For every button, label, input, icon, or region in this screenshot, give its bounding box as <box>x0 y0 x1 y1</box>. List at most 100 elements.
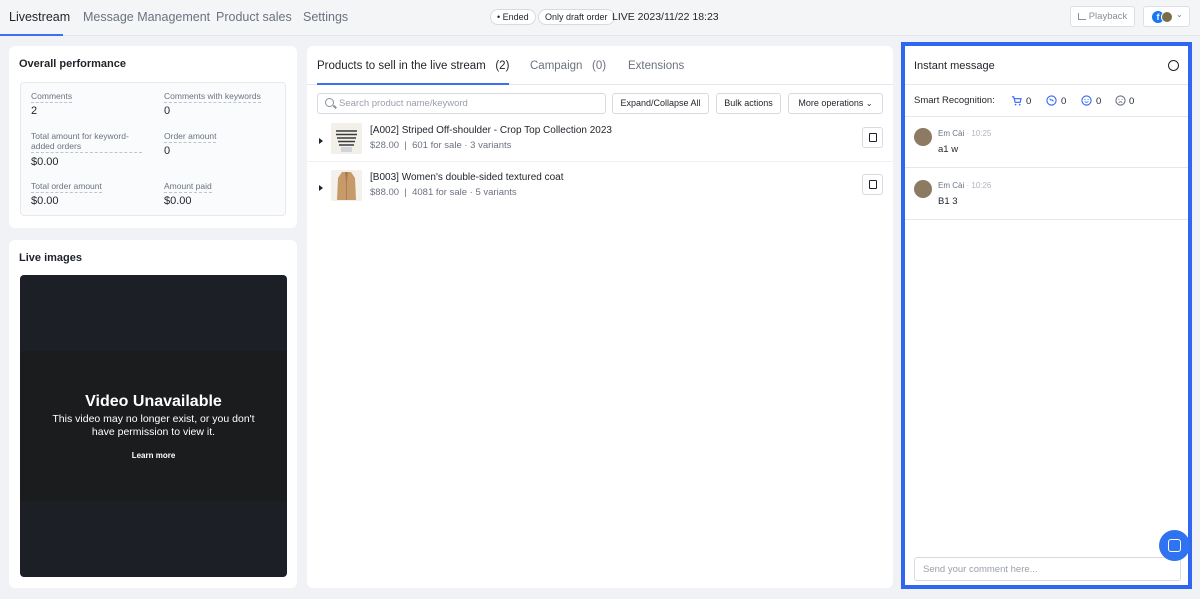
amount-paid-label: Amount paid <box>164 181 212 193</box>
comment-box <box>914 557 1181 581</box>
search-input[interactable] <box>339 96 599 111</box>
message-text: a1 w <box>938 144 959 155</box>
status-ended-badge: • Ended <box>490 9 536 25</box>
product-row[interactable]: [B003] Women's double-sided textured coa… <box>307 168 893 214</box>
message-time: · 10:26 <box>966 181 992 190</box>
tab-message-management[interactable]: Message Management <box>83 10 210 24</box>
pin-product-icon <box>869 180 877 189</box>
instant-message-panel: Instant message Smart Recognition: 0 0 0… <box>901 42 1192 589</box>
row-divider <box>307 161 893 162</box>
message-text: B1 3 <box>938 196 958 207</box>
live-images-card: Live images Video Unavailable This video… <box>9 240 297 588</box>
divider <box>905 219 1188 220</box>
divider <box>905 84 1188 85</box>
status-draft-badge: Only draft order <box>538 9 615 25</box>
card-title: Live images <box>19 252 82 264</box>
overall-performance-card: Overall performance Comments 2 Comments … <box>9 46 297 228</box>
kw-amount-label-line2: added orders <box>31 141 142 153</box>
total-order-label: Total order amount <box>31 181 102 193</box>
video-unavailable-title: Video Unavailable <box>85 393 222 410</box>
tab-products-count: (2) <box>495 60 510 72</box>
pin-product-button[interactable] <box>862 127 883 148</box>
active-tab-indicator <box>317 83 509 85</box>
avatar <box>914 180 932 198</box>
learn-more-link[interactable]: Learn more <box>20 451 287 460</box>
metrics-box: Comments 2 Comments with keywords 0 Tota… <box>20 82 286 216</box>
product-price: $28.00 <box>370 140 400 151</box>
chat-support-button[interactable] <box>1159 530 1190 561</box>
product-name[interactable]: [B003] Women's double-sided textured coa… <box>370 172 564 183</box>
smile-icon[interactable] <box>1081 95 1092 106</box>
account-switcher[interactable]: f ⌄ <box>1143 6 1190 27</box>
order-amount-label: Order amount <box>164 131 217 143</box>
message-time: · 10:25 <box>966 129 992 138</box>
search-icon <box>325 98 334 107</box>
top-nav: Livestream Message Management Product sa… <box>0 0 1200 36</box>
pin-product-button[interactable] <box>862 174 883 195</box>
tab-products-label: Products to sell in the live stream <box>317 60 486 72</box>
card-title: Overall performance <box>19 58 126 70</box>
message-author-name: Em Cài <box>938 129 965 138</box>
expand-collapse-button[interactable]: Expand/Collapse All <box>612 93 709 114</box>
playback-icon <box>1077 13 1086 20</box>
divider <box>905 167 1188 168</box>
phone-icon[interactable] <box>1046 95 1057 106</box>
cart-count: 0 <box>1026 96 1032 107</box>
message-author: Em Cài · 10:25 <box>938 129 991 138</box>
product-meta: $28.00 | 601 for sale · 3 variants <box>370 140 512 151</box>
product-name[interactable]: [A002] Striped Off-shoulder - Crop Top C… <box>370 125 612 136</box>
panel-title: Instant message <box>914 60 995 72</box>
chevron-down-icon: ⌄ <box>1176 10 1183 19</box>
negative-count: 0 <box>1129 96 1135 107</box>
smart-recognition-label: Smart Recognition: <box>914 95 995 106</box>
tab-extensions[interactable]: Extensions <box>628 60 684 72</box>
tab-campaign[interactable]: Campaign (0) <box>530 60 606 72</box>
expand-triangle-icon[interactable] <box>319 185 323 191</box>
chat-bubble-icon[interactable] <box>1168 60 1179 71</box>
tab-product-sales[interactable]: Product sales <box>216 10 292 24</box>
tab-campaign-count: (0) <box>592 60 607 72</box>
product-stock: 601 for sale · 3 variants <box>412 140 512 151</box>
tab-products[interactable]: Products to sell in the live stream (2) <box>317 60 509 72</box>
positive-count: 0 <box>1096 96 1102 107</box>
pin-product-icon <box>869 133 877 142</box>
total-order-value: $0.00 <box>31 195 59 207</box>
avatar <box>1161 11 1173 23</box>
kw-amount-value: $0.00 <box>31 156 59 168</box>
playback-label: Playback <box>1088 11 1128 22</box>
product-price: $88.00 <box>370 187 400 198</box>
chevron-down-icon: ⌄ <box>865 99 873 108</box>
product-thumbnail-striped-top <box>331 123 362 154</box>
order-amount-value: 0 <box>164 145 171 157</box>
frown-icon[interactable] <box>1115 95 1126 106</box>
expand-triangle-icon[interactable] <box>319 138 323 144</box>
product-thumbnail-coat <box>331 170 362 201</box>
comments-label: Comments <box>31 91 73 103</box>
kw-comments-label: Comments with keywords <box>164 91 261 103</box>
tab-campaign-label: Campaign <box>530 60 583 72</box>
products-card: Products to sell in the live stream (2) … <box>307 46 893 588</box>
product-meta: $88.00 | 4081 for sale · 5 variants <box>370 187 517 198</box>
comments-value: 2 <box>31 105 38 117</box>
video-unavailable-message: This video may no longer exist, or you d… <box>52 413 255 438</box>
more-operations-button[interactable]: More operations ⌄ <box>788 93 883 114</box>
avatar <box>914 128 932 146</box>
message-author: Em Cài · 10:26 <box>938 181 991 190</box>
message-author-name: Em Cài <box>938 181 965 190</box>
cart-icon[interactable] <box>1011 95 1022 106</box>
product-stock: 4081 for sale · 5 variants <box>412 187 517 198</box>
phone-count: 0 <box>1061 96 1067 107</box>
tab-settings[interactable]: Settings <box>303 10 348 24</box>
chat-icon <box>1168 539 1181 552</box>
bulk-actions-button[interactable]: Bulk actions <box>716 93 781 114</box>
comment-input[interactable] <box>923 562 1173 577</box>
playback-button[interactable]: Playback <box>1070 6 1135 27</box>
live-time: LIVE 2023/11/22 18:23 <box>612 11 719 23</box>
kw-comments-value: 0 <box>164 105 171 117</box>
divider <box>905 116 1188 117</box>
active-tab-indicator <box>0 34 63 36</box>
amount-paid-value: $0.00 <box>164 195 192 207</box>
tab-livestream[interactable]: Livestream <box>9 10 70 24</box>
video-player[interactable]: Video Unavailable This video may no long… <box>20 275 287 577</box>
more-operations-label: More operations <box>798 98 864 108</box>
